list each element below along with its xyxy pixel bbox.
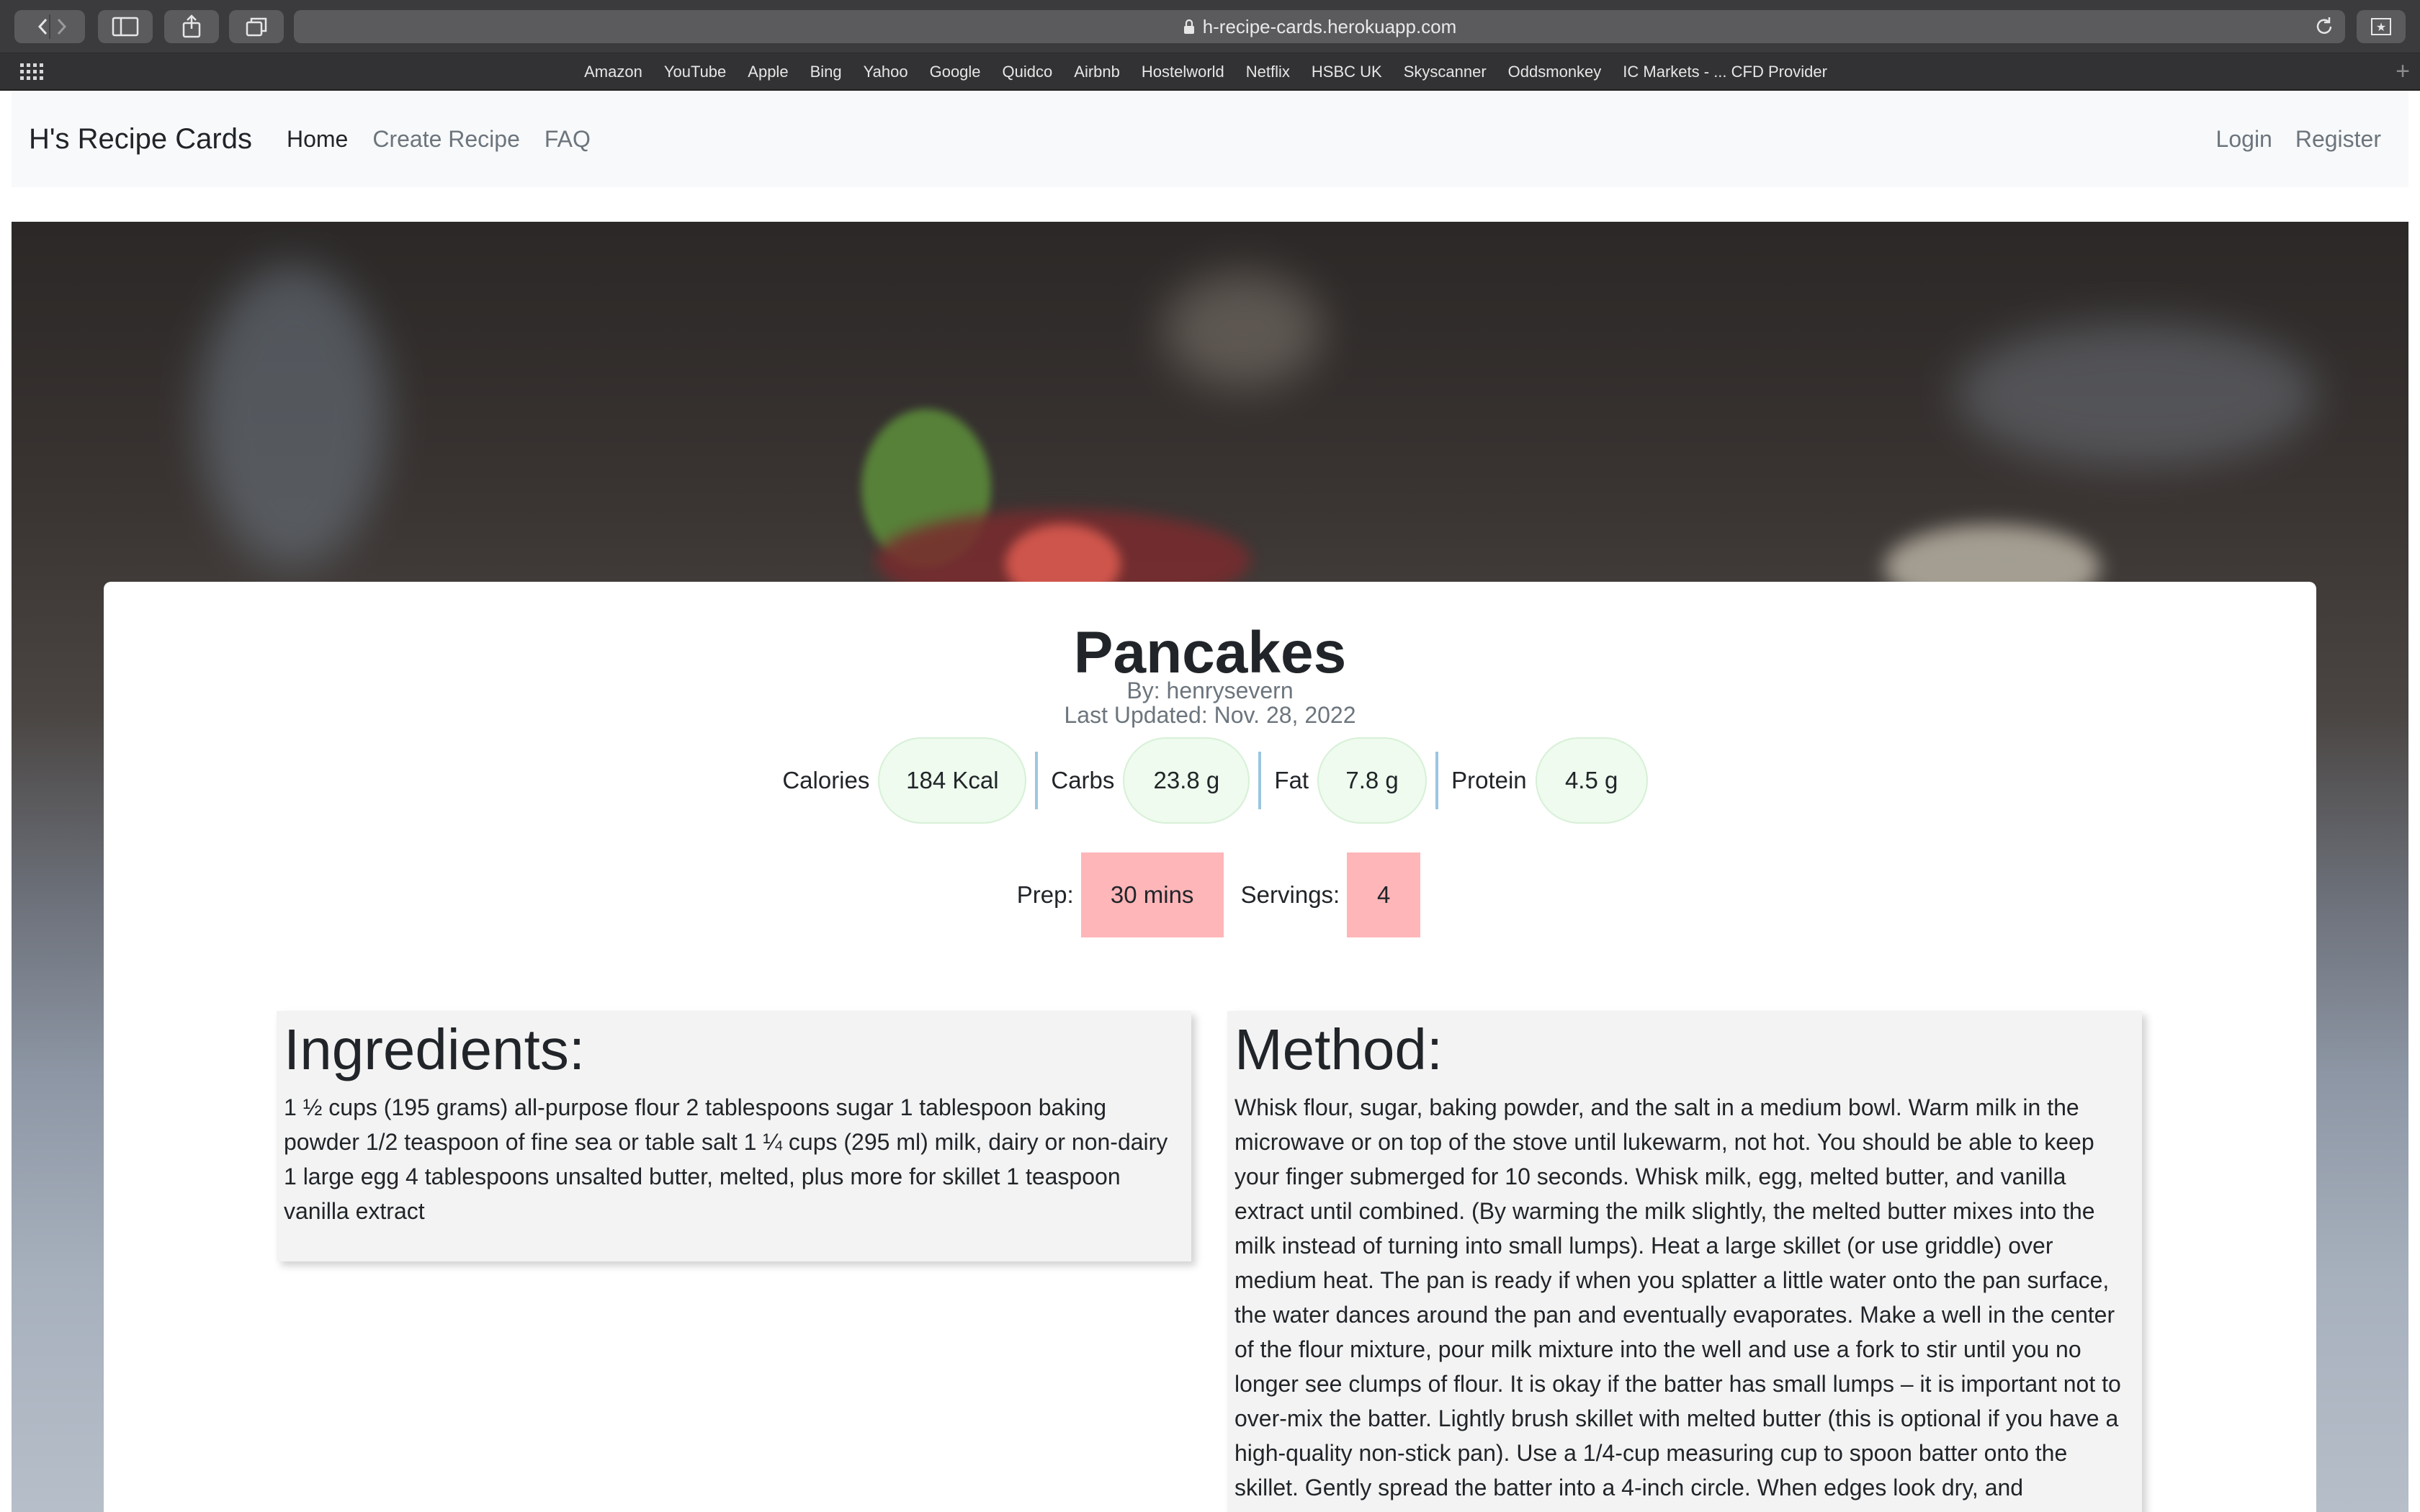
reader-button[interactable]: ★ bbox=[2357, 10, 2406, 43]
servings-value: 4 bbox=[1347, 852, 1421, 937]
bookmark-yahoo[interactable]: Yahoo bbox=[864, 63, 908, 81]
star-icon: ★ bbox=[2371, 18, 2391, 35]
url-text: h-recipe-cards.herokuapp.com bbox=[1202, 15, 1457, 37]
method-panel: Method: Whisk flour, sugar, baking powde… bbox=[1227, 1011, 2142, 1512]
recipe-author: By: henrysevern bbox=[1126, 678, 1294, 703]
nutrition-row: Calories 184 Kcal Carbs 23.8 g Fat 7.8 g… bbox=[104, 737, 2316, 824]
prep-value: 30 mins bbox=[1080, 852, 1224, 937]
ingredients-text: 1 ½ cups (195 grams) all-purpose flour 2… bbox=[284, 1094, 1168, 1224]
nutrition-divider bbox=[1035, 752, 1039, 809]
bookmark-ic-markets[interactable]: IC Markets - ... CFD Provider bbox=[1623, 63, 1827, 81]
bookmark-apple[interactable]: Apple bbox=[748, 63, 788, 81]
bookmark-bing[interactable]: Bing bbox=[810, 63, 842, 81]
recipe-card: Pancakes By: henrysevern Last Updated: N… bbox=[104, 582, 2316, 1512]
sidebar-icon bbox=[112, 17, 139, 37]
lock-icon bbox=[1183, 19, 1194, 34]
share-icon bbox=[182, 14, 201, 38]
bookmarks-bar: Amazon YouTube Apple Bing Yahoo Google Q… bbox=[0, 53, 2420, 91]
timing-row: Prep: 30 mins Servings: 4 bbox=[104, 852, 2316, 937]
nav-home[interactable]: Home bbox=[287, 126, 348, 153]
bookmark-quidco[interactable]: Quidco bbox=[1003, 63, 1053, 81]
calories-label: Calories bbox=[782, 767, 870, 793]
ingredients-heading: Ingredients: bbox=[284, 1017, 586, 1081]
method-heading: Method: bbox=[1234, 1017, 1443, 1081]
svg-text:★: ★ bbox=[2376, 20, 2386, 34]
site-navbar: H's Recipe Cards Home Create Recipe FAQ … bbox=[12, 91, 2408, 187]
bookmark-netflix[interactable]: Netflix bbox=[1246, 63, 1290, 81]
add-bookmark-icon[interactable]: + bbox=[2396, 59, 2410, 84]
prep-label: Prep: bbox=[1016, 881, 1074, 908]
tabs-overview-button[interactable] bbox=[229, 10, 284, 43]
nav-create-recipe[interactable]: Create Recipe bbox=[372, 126, 520, 153]
ingredients-panel: Ingredients: 1 ½ cups (195 grams) all-pu… bbox=[277, 1011, 1191, 1261]
bookmark-hsbc[interactable]: HSBC UK bbox=[1312, 63, 1382, 81]
nutrition-divider bbox=[1435, 752, 1439, 809]
nav-login[interactable]: Login bbox=[2216, 126, 2272, 153]
share-button[interactable] bbox=[164, 10, 219, 43]
recipe-last-updated: Last Updated: Nov. 28, 2022 bbox=[1064, 702, 1356, 728]
protein-label: Protein bbox=[1451, 767, 1527, 793]
bookmark-amazon[interactable]: Amazon bbox=[584, 63, 642, 81]
auth-links: Login Register bbox=[2193, 91, 2381, 187]
servings-label: Servings: bbox=[1240, 881, 1340, 908]
browser-toolbar: h-recipe-cards.herokuapp.com ★ bbox=[0, 0, 2420, 53]
carbs-value: 23.8 g bbox=[1123, 737, 1250, 824]
tabs-icon bbox=[246, 17, 267, 37]
bookmark-google[interactable]: Google bbox=[930, 63, 981, 81]
back-forward-icon bbox=[37, 14, 67, 39]
bookmark-oddsmonkey[interactable]: Oddsmonkey bbox=[1508, 63, 1602, 81]
protein-value: 4.5 g bbox=[1535, 737, 1648, 824]
site-brand[interactable]: H's Recipe Cards bbox=[29, 123, 252, 156]
fat-value: 7.8 g bbox=[1317, 737, 1428, 824]
calories-value: 184 Kcal bbox=[878, 737, 1027, 824]
bookmark-hostelworld[interactable]: Hostelworld bbox=[1142, 63, 1224, 81]
method-text: Whisk flour, sugar, baking powder, and t… bbox=[1234, 1094, 2121, 1500]
recipe-title: Pancakes bbox=[1073, 620, 1347, 685]
nutrition-divider bbox=[1258, 752, 1262, 809]
bookmark-airbnb[interactable]: Airbnb bbox=[1074, 63, 1120, 81]
bookmark-skyscanner[interactable]: Skyscanner bbox=[1404, 63, 1487, 81]
nav-register[interactable]: Register bbox=[2295, 126, 2381, 153]
fat-label: Fat bbox=[1274, 767, 1309, 793]
address-bar[interactable]: h-recipe-cards.herokuapp.com bbox=[294, 10, 2345, 43]
sidebar-toggle-button[interactable] bbox=[98, 10, 153, 43]
carbs-label: Carbs bbox=[1051, 767, 1115, 793]
bookmark-youtube[interactable]: YouTube bbox=[664, 63, 726, 81]
nav-faq[interactable]: FAQ bbox=[544, 126, 591, 153]
back-forward-buttons[interactable] bbox=[14, 10, 85, 43]
reload-icon[interactable] bbox=[2313, 16, 2335, 37]
